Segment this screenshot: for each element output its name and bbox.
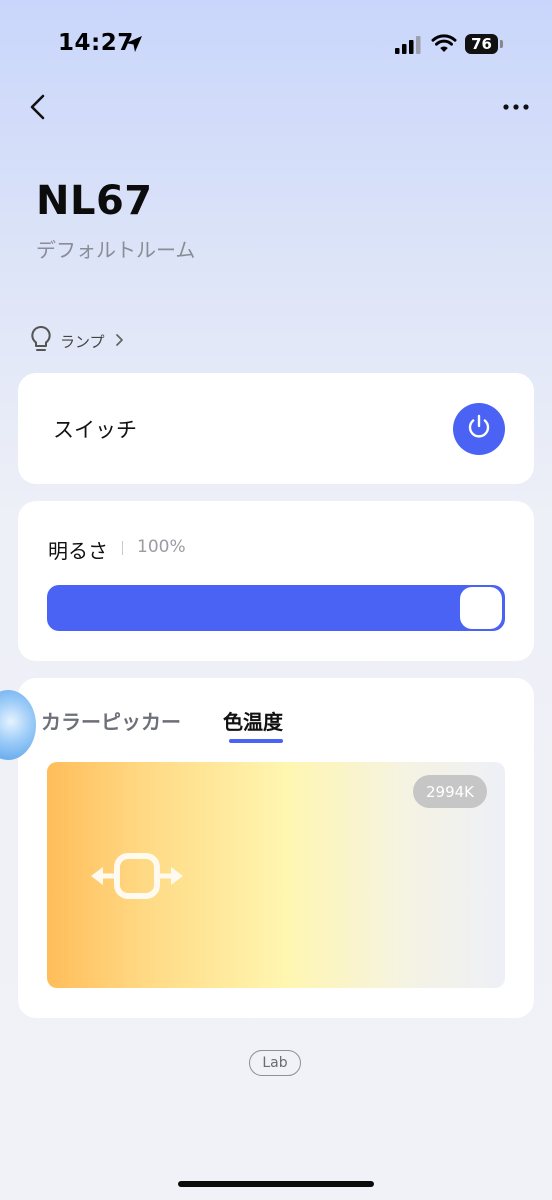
more-dots-icon [498, 103, 534, 122]
active-tab-indicator [229, 739, 283, 743]
device-type-label: ランプ [60, 332, 105, 351]
battery-level: 76 [471, 35, 492, 53]
power-button[interactable] [453, 403, 505, 455]
device-type-link[interactable]: ランプ [30, 325, 125, 357]
chevron-right-icon [115, 332, 125, 351]
location-arrow-icon [124, 34, 144, 58]
brightness-value: 100% [137, 537, 186, 557]
bulb-icon [30, 325, 52, 357]
back-button[interactable] [24, 90, 54, 124]
switch-label: スイッチ [53, 418, 137, 442]
status-bar: 14:27 76 [0, 0, 552, 90]
battery-tip [500, 40, 503, 48]
horizontal-arrows-icon [89, 853, 185, 908]
temperature-handle[interactable] [89, 848, 185, 904]
color-temperature-badge: 2994K [413, 775, 488, 808]
brightness-label: 明るさ [48, 539, 108, 563]
chevron-left-icon [24, 94, 54, 128]
home-indicator [178, 1181, 374, 1187]
tab-color-temperature[interactable]: 色温度 [223, 706, 283, 735]
color-temperature-picker[interactable]: 2994K [47, 762, 505, 988]
color-card: カラーピッカー 色温度 2994K [18, 678, 534, 1018]
brightness-slider-thumb[interactable] [460, 587, 502, 629]
wifi-icon [431, 33, 457, 57]
switch-card: スイッチ [18, 373, 534, 484]
brightness-separator [122, 541, 123, 555]
more-options-button[interactable] [498, 96, 534, 118]
device-title: NL67 [36, 178, 153, 224]
brightness-slider[interactable] [47, 585, 505, 631]
cellular-signal-icon [395, 36, 423, 58]
status-time: 14:27 [58, 30, 134, 56]
room-name: デフォルトルーム [36, 238, 196, 262]
brightness-card: 明るさ 100% [18, 501, 534, 661]
tab-color-picker[interactable]: カラーピッカー [41, 706, 181, 735]
lab-button[interactable]: Lab [249, 1050, 301, 1076]
battery-icon: 76 [465, 34, 498, 54]
power-icon [464, 412, 494, 446]
lab-label: Lab [262, 1055, 288, 1071]
